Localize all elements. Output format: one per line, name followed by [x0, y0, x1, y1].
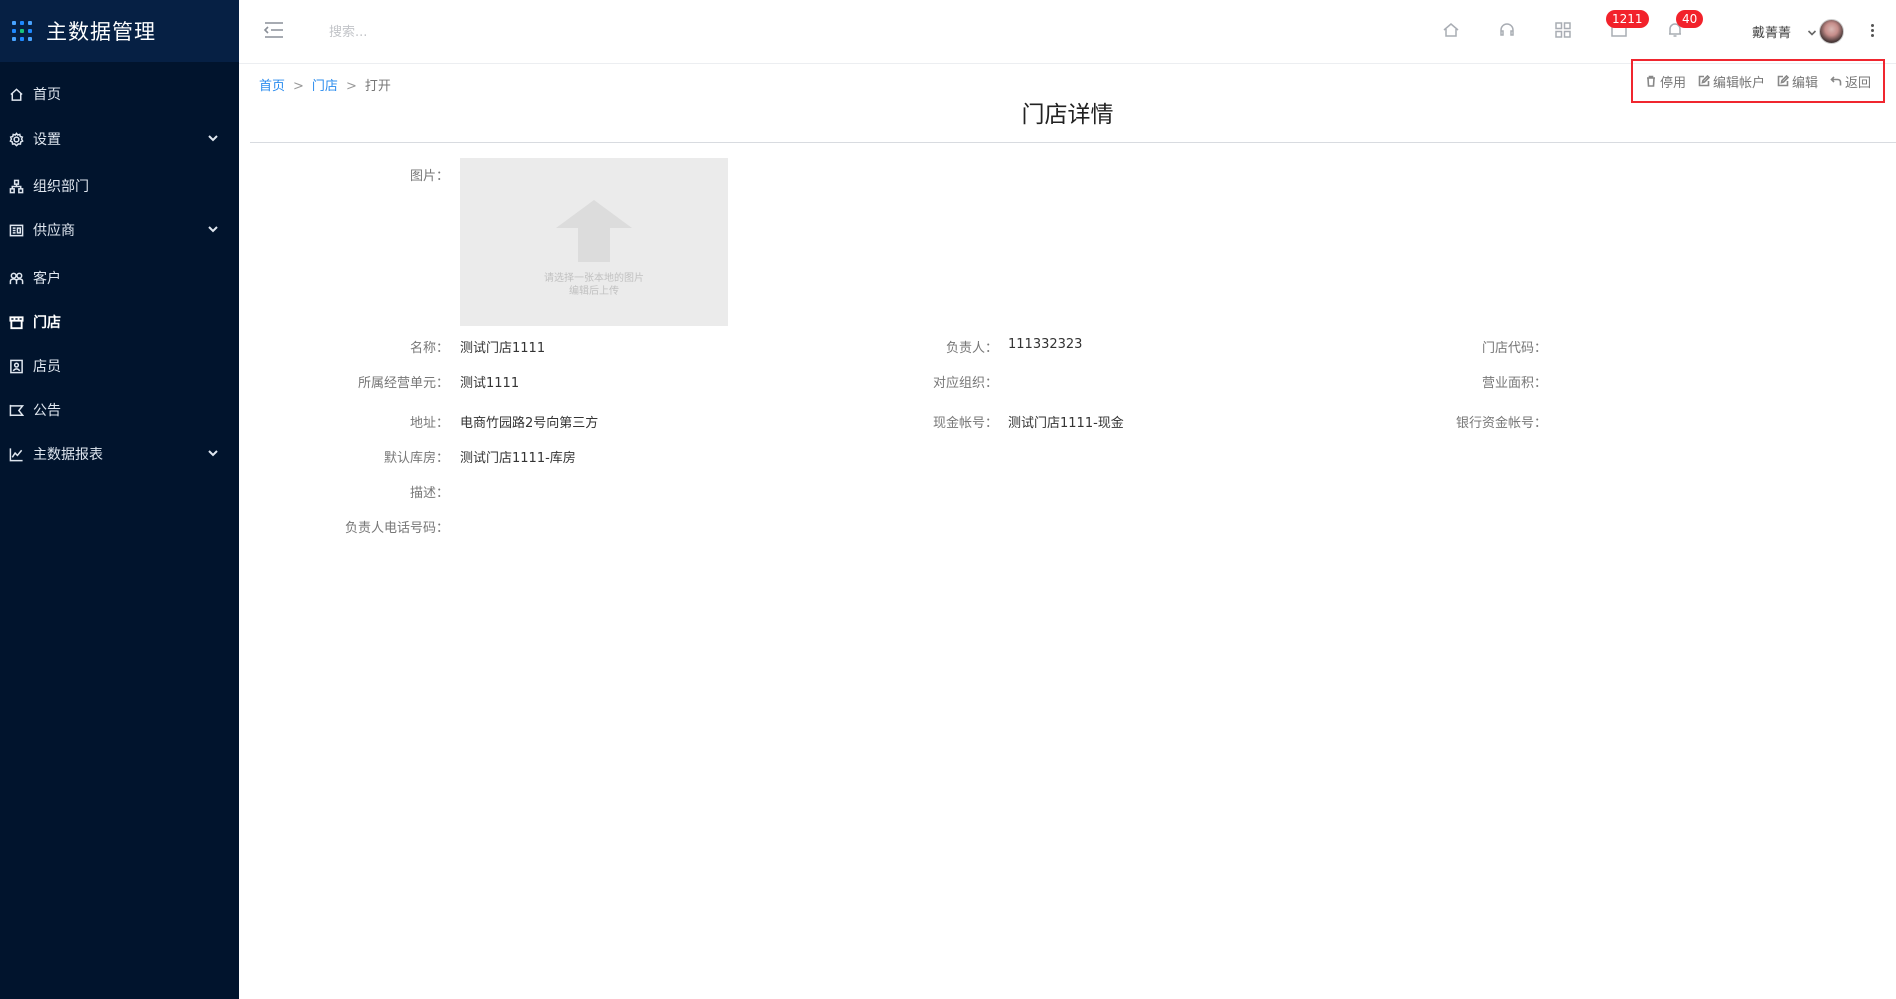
default-warehouse-label: 默认库房： — [383, 451, 449, 466]
chevron-down-icon — [207, 132, 219, 144]
name-label: 名称： — [409, 341, 449, 356]
sidebar: 主数据管理 首页 设置 组织部门 供应商 客户 门店 店员 公告 主数据报表 — [0, 0, 239, 999]
area-label: 营业面积： — [1481, 376, 1547, 391]
store-code-label: 门店代码： — [1481, 341, 1547, 356]
customer-icon — [8, 270, 24, 286]
breadcrumb-separator: > — [345, 79, 357, 94]
page-title: 门店详情 — [1021, 102, 1114, 128]
breadcrumb-current: 打开 — [364, 79, 391, 94]
edit-label: 编辑 — [1791, 75, 1818, 91]
sidebar-item-org[interactable]: 组织部门 — [0, 164, 239, 208]
sidebar-item-settings[interactable]: 设置 — [0, 117, 239, 161]
avatar[interactable] — [1819, 19, 1844, 44]
back-label: 返回 — [1844, 75, 1871, 91]
address-value: 电商竹园路2号向第三方 — [460, 416, 599, 431]
title-divider — [250, 142, 1896, 143]
home-icon — [8, 86, 24, 102]
announcement-icon — [8, 402, 24, 418]
clerk-icon — [8, 358, 24, 374]
business-unit-value: 测试1111 — [460, 376, 520, 391]
store-icon — [8, 314, 24, 330]
app-grid-icon — [12, 21, 32, 41]
cash-account-label: 现金帐号： — [932, 416, 998, 431]
bank-account-label: 银行资金帐号： — [1455, 416, 1547, 431]
upload-hint-line: 请选择一张本地的图片 — [544, 273, 644, 284]
description-label: 描述： — [409, 486, 449, 501]
disable-label: 停用 — [1659, 75, 1686, 91]
name-value: 测试门店1111 — [460, 341, 546, 356]
upload-arrow-icon — [554, 198, 634, 264]
manager-phone-label: 负责人电话号码： — [344, 521, 449, 536]
breadcrumb-store[interactable]: 门店 — [312, 79, 338, 94]
sidebar-item-label: 门店 — [33, 315, 61, 331]
brand-title: 主数据管理 — [46, 20, 156, 44]
sidebar-item-label: 组织部门 — [33, 179, 89, 195]
edit-button[interactable]: 编辑 — [1777, 72, 1818, 91]
search-input[interactable] — [329, 20, 549, 44]
business-unit-label: 所属经营单元： — [357, 376, 449, 391]
breadcrumb-separator: > — [293, 79, 304, 94]
menu-toggle-icon[interactable] — [263, 20, 285, 40]
org-label: 对应组织： — [932, 376, 998, 391]
apps-grid-icon[interactable] — [1554, 21, 1574, 41]
edit-account-button[interactable]: 编辑帐户 — [1698, 72, 1765, 91]
default-warehouse-value: 测试门店1111-库房 — [460, 451, 576, 466]
sidebar-item-report[interactable]: 主数据报表 — [0, 432, 239, 476]
image-upload-area[interactable]: 请选择一张本地的图片 编辑后上传 — [460, 158, 728, 326]
headset-icon[interactable] — [1498, 21, 1518, 41]
sidebar-item-label: 客户 — [33, 271, 61, 287]
sidebar-item-customer[interactable]: 客户 — [0, 256, 239, 300]
back-button[interactable]: 返回 — [1830, 72, 1871, 91]
sidebar-item-supplier[interactable]: 供应商 — [0, 208, 239, 252]
breadcrumb-home[interactable]: 首页 — [259, 79, 285, 94]
top-header: 1211 40 戴菁菁 — [239, 0, 1896, 64]
trash-icon — [1646, 75, 1655, 87]
manager-value: 111332323 — [1008, 337, 1083, 352]
notification-count-badge: 40 — [1676, 10, 1704, 28]
gear-icon — [8, 131, 24, 147]
disable-button[interactable]: 停用 — [1645, 72, 1686, 91]
edit-account-label: 编辑帐户 — [1712, 75, 1765, 91]
sidebar-item-announcement[interactable]: 公告 — [0, 388, 239, 432]
supplier-icon — [8, 222, 24, 238]
sidebar-item-label: 供应商 — [33, 223, 75, 239]
breadcrumb: 首页 > 门店 > 打开 — [259, 75, 391, 94]
sidebar-item-home[interactable]: 首页 — [0, 72, 239, 116]
sidebar-item-label: 公告 — [33, 403, 61, 419]
username[interactable]: 戴菁菁 — [1752, 22, 1791, 41]
sidebar-item-label: 设置 — [33, 132, 61, 148]
chevron-down-icon[interactable] — [1807, 26, 1817, 36]
manager-label: 负责人： — [945, 341, 998, 356]
sidebar-item-store[interactable]: 门店 — [0, 300, 239, 344]
home-icon[interactable] — [1442, 21, 1462, 41]
edit-icon — [1698, 75, 1710, 87]
photo-label: 图片： — [409, 169, 449, 184]
undo-icon — [1830, 76, 1842, 86]
more-vertical-icon[interactable] — [1869, 22, 1875, 40]
sidebar-item-clerk[interactable]: 店员 — [0, 344, 239, 388]
org-tree-icon — [8, 178, 24, 194]
message-count-badge: 1211 — [1606, 10, 1649, 28]
edit-icon — [1777, 75, 1789, 87]
cash-account-value: 测试门店1111-现金 — [1008, 416, 1124, 431]
sidebar-item-label: 主数据报表 — [33, 447, 103, 463]
brand[interactable]: 主数据管理 — [0, 0, 239, 62]
chevron-down-icon — [207, 447, 219, 459]
chevron-down-icon — [207, 223, 219, 235]
address-label: 地址： — [409, 416, 449, 431]
upload-hint-line: 编辑后上传 — [569, 286, 619, 297]
chart-icon — [8, 446, 24, 462]
sidebar-item-label: 店员 — [33, 359, 61, 375]
upload-hint: 请选择一张本地的图片 编辑后上传 — [460, 272, 728, 298]
sidebar-item-label: 首页 — [33, 87, 61, 103]
